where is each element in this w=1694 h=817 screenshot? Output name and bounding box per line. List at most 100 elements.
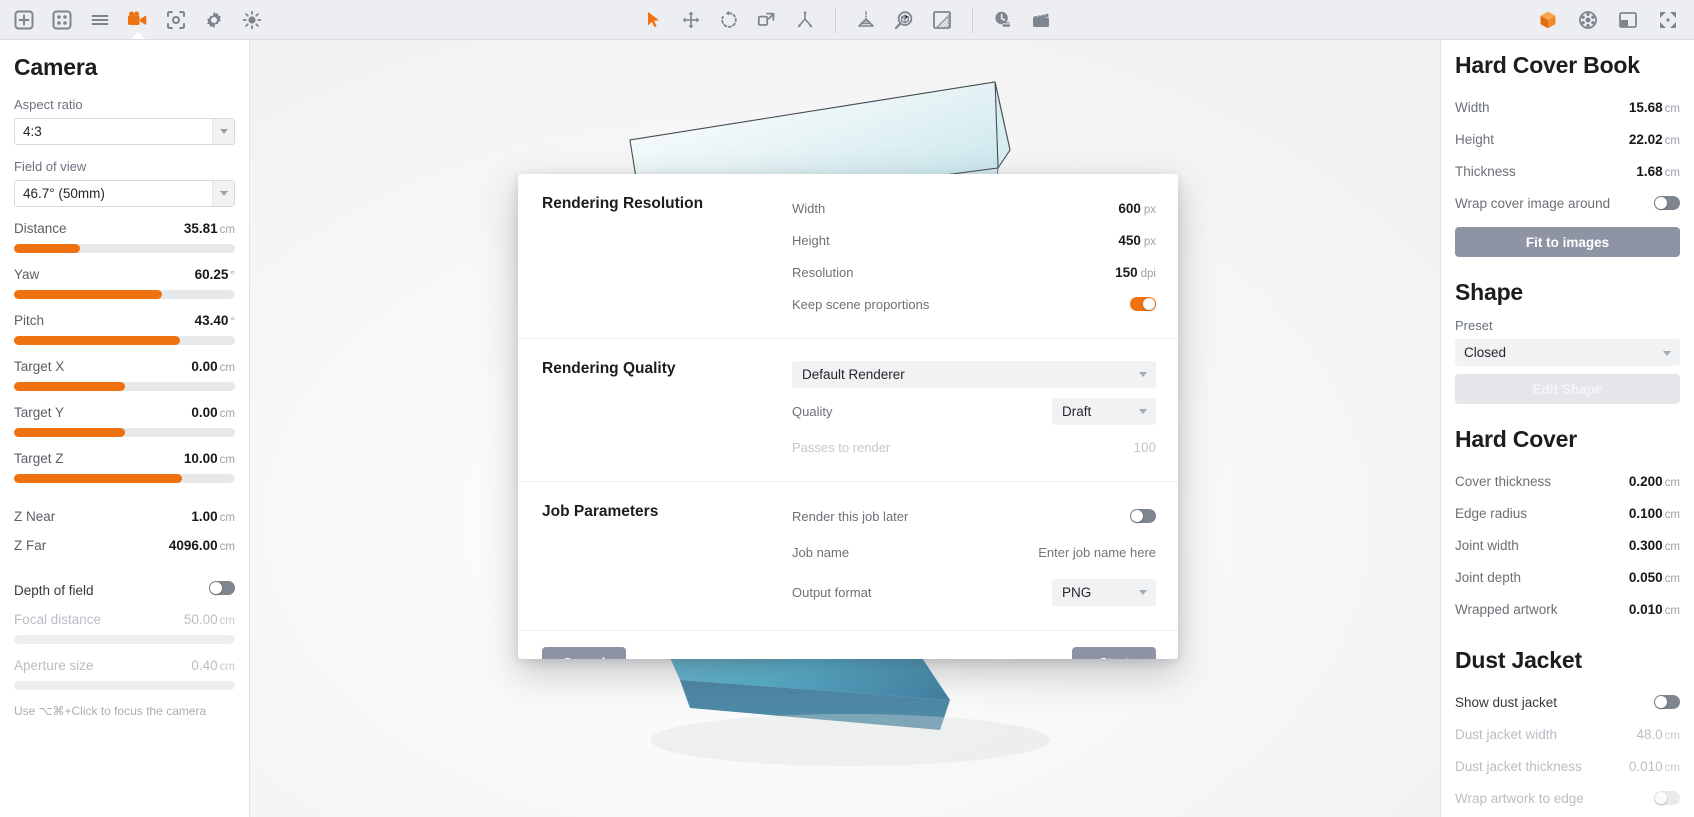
edit-shape-button[interactable]: Edit Shape <box>1455 374 1680 404</box>
chevron-down-icon <box>212 119 234 144</box>
depth-of-field-label: Depth of field <box>14 583 94 598</box>
wrapped-artwork-value-group[interactable]: 0.010 cm <box>1629 602 1680 617</box>
row-job-name: Job name <box>792 532 1156 572</box>
book-height-value-group[interactable]: 22.02 cm <box>1629 132 1680 147</box>
height-unit: px <box>1143 235 1156 248</box>
camera-icon[interactable] <box>120 2 156 39</box>
inspect-object-icon[interactable] <box>886 2 922 38</box>
wrap-cover-toggle[interactable] <box>1654 196 1680 210</box>
book-width-value-group[interactable]: 15.68 cm <box>1629 100 1680 115</box>
keep-scene-proportions-label: Keep scene proportions <box>792 296 930 312</box>
focal-distance-value: 50.00 <box>183 612 218 627</box>
joint-width-label: Joint width <box>1455 537 1519 553</box>
output-format-value: PNG <box>1062 584 1092 600</box>
renderer-select[interactable]: Default Renderer <box>792 360 1156 388</box>
aspect-ratio-select[interactable]: 4:3 <box>14 118 235 145</box>
cube-3d-icon[interactable] <box>1530 2 1566 38</box>
book-thickness-value-group[interactable]: 1.68 cm <box>1636 164 1680 179</box>
passes-to-render-value: 100 <box>1133 439 1156 455</box>
row-height: Height 450 px <box>792 224 1156 256</box>
render-time-icon[interactable] <box>985 2 1021 38</box>
z-far-unit: cm <box>219 541 235 553</box>
chevron-down-icon <box>1663 350 1671 356</box>
joint-depth-value-group[interactable]: 0.050 cm <box>1629 570 1680 585</box>
wrap-cover-row: Wrap cover image around <box>1455 187 1680 219</box>
width-label: Width <box>792 200 826 216</box>
slider-value: 10.00 <box>183 451 218 466</box>
joint-width-row: Joint width 0.300 cm <box>1455 529 1680 561</box>
slider-unit: cm <box>219 224 235 236</box>
show-dust-jacket-toggle[interactable] <box>1654 695 1680 709</box>
rotate-icon[interactable] <box>711 2 747 38</box>
resolution-value-group[interactable]: 150 dpi <box>1115 265 1156 280</box>
joint-width-value-group[interactable]: 0.300 cm <box>1629 538 1680 553</box>
grid-icon[interactable] <box>44 2 80 38</box>
quality-label: Quality <box>792 403 833 419</box>
slider-track[interactable] <box>14 382 235 391</box>
start-button[interactable]: Start <box>1072 647 1156 659</box>
z-far-value: 4096.00 <box>168 538 218 553</box>
cancel-button[interactable]: Cancel <box>542 647 626 659</box>
animation-clapboard-icon[interactable] <box>1023 2 1059 38</box>
scale-icon[interactable] <box>749 2 785 38</box>
wrap-artwork-edge-label: Wrap artwork to edge <box>1455 790 1584 806</box>
output-format-select[interactable]: PNG <box>1052 578 1156 606</box>
cover-thickness-value-group[interactable]: 0.200 cm <box>1629 474 1680 489</box>
shape-preset-select[interactable]: Closed <box>1455 339 1680 366</box>
z-far-label: Z Far <box>14 538 47 553</box>
row-keep-scene-proportions: Keep scene proportions <box>792 288 1156 320</box>
right-sidebar-properties: Hard Cover Book Width 15.68 cm Height 22.… <box>1440 40 1694 817</box>
camera-focus-hint: Use ⌥⌘+Click to focus the camera <box>14 704 207 718</box>
slider-track[interactable] <box>14 336 235 345</box>
row-render-later: Render this job later <box>792 500 1156 532</box>
list-icon[interactable] <box>82 2 118 38</box>
select-cursor-icon[interactable] <box>635 2 671 38</box>
slider-label: Yaw <box>14 267 40 282</box>
slider-label: Target Y <box>14 405 65 420</box>
add-icon[interactable] <box>6 2 42 38</box>
slider-track[interactable] <box>14 428 235 437</box>
dust-jacket-thickness-label: Dust jacket thickness <box>1455 758 1582 774</box>
dust-jacket-width-row: Dust jacket width 48.0 cm <box>1455 718 1680 750</box>
height-value-group[interactable]: 450 px <box>1118 233 1156 248</box>
edge-radius-value-group[interactable]: 0.100 cm <box>1629 506 1680 521</box>
z-far-row: Z Far 4096.00 cm <box>14 538 235 553</box>
slider-track[interactable] <box>14 474 235 483</box>
fit-to-images-button[interactable]: Fit to images <box>1455 227 1680 257</box>
perspective-icon[interactable] <box>848 2 884 38</box>
chevron-down-icon <box>1139 590 1147 595</box>
snapshot-icon[interactable] <box>158 2 194 38</box>
panel-toggle-icon[interactable] <box>1610 2 1646 38</box>
sphere-wire-icon[interactable] <box>1570 2 1606 38</box>
slider-label: Target Z <box>14 451 64 466</box>
wrap-artwork-edge-toggle[interactable] <box>1654 791 1680 805</box>
width-value-group[interactable]: 600 px <box>1118 201 1156 216</box>
distribute-icon[interactable] <box>787 2 823 38</box>
active-tab-tick <box>131 31 145 39</box>
slider-label: Target X <box>14 359 65 374</box>
z-near-row: Z Near 1.00 cm <box>14 509 235 524</box>
settings-gear-icon[interactable] <box>196 2 232 38</box>
job-name-input[interactable] <box>956 544 1156 560</box>
keep-scene-proportions-toggle[interactable] <box>1130 297 1156 311</box>
fullscreen-icon[interactable] <box>1650 2 1686 38</box>
render-later-label: Render this job later <box>792 508 909 524</box>
move-icon[interactable] <box>673 2 709 38</box>
field-of-view-select[interactable]: 46.7° (50mm) <box>14 180 235 207</box>
quality-select[interactable]: Draft <box>1052 397 1156 425</box>
slider-track[interactable] <box>14 290 235 299</box>
height-label: Height <box>792 232 830 248</box>
slider-unit: ° <box>230 316 235 328</box>
hard-cover-title: Hard Cover <box>1455 426 1577 452</box>
dust-jacket-width-label: Dust jacket width <box>1455 726 1558 742</box>
depth-of-field-toggle[interactable] <box>209 581 235 595</box>
render-later-toggle[interactable] <box>1130 509 1156 523</box>
chevron-down-icon <box>1139 409 1147 414</box>
shading-icon[interactable] <box>924 2 960 38</box>
focal-distance-label: Focal distance <box>14 612 102 627</box>
light-bulb-icon[interactable] <box>234 2 270 38</box>
slider-value: 0.00 <box>191 405 218 420</box>
aperture-size-unit: cm <box>219 661 235 673</box>
slider-track[interactable] <box>14 244 235 253</box>
section-title: Job Parameters <box>542 503 659 520</box>
